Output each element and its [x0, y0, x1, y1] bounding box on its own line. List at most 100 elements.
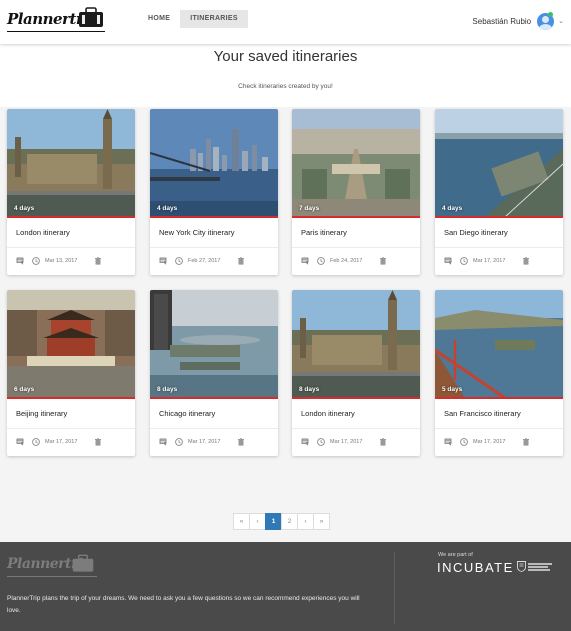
trash-icon[interactable] [378, 256, 388, 266]
suitcase-icon [79, 7, 103, 27]
first-page-button[interactable]: « [233, 513, 250, 530]
itinerary-title[interactable]: San Francisco itinerary [444, 409, 521, 418]
itinerary-card[interactable]: 4 days New York City itinerary Feb 27, 2… [150, 109, 278, 275]
card-divider [435, 428, 563, 429]
created-date: Mar 17, 2017 [188, 439, 221, 445]
card-divider [292, 247, 420, 248]
nav-itineraries[interactable]: ITINERARIES [180, 10, 248, 28]
itinerary-card[interactable]: 7 days Paris itinerary Feb 24, 2017 [292, 109, 420, 275]
incubate-logo[interactable]: INCUBATE [437, 560, 514, 575]
days-badge: 8 days [157, 386, 178, 393]
trash-icon[interactable] [521, 256, 531, 266]
accent-bar [150, 397, 278, 399]
itinerary-card[interactable]: 5 days San Francisco itinerary Mar 17, 2… [435, 290, 563, 456]
comment-icon[interactable] [15, 437, 25, 447]
top-navbar: Plannertrip HOME ITINERARIES Sebastián R… [0, 0, 571, 44]
plannertrip-logo[interactable]: Plannertrip [7, 4, 107, 36]
itinerary-title[interactable]: Chicago itinerary [159, 409, 215, 418]
clock-icon [316, 437, 326, 447]
itinerary-title[interactable]: New York City itinerary [159, 228, 234, 237]
itinerary-card[interactable]: 6 days Beijing itinerary Mar 17, 2017 [7, 290, 135, 456]
created-date: Mar 13, 2017 [45, 258, 78, 264]
itinerary-photo[interactable] [435, 109, 563, 217]
itinerary-title[interactable]: London itinerary [16, 228, 70, 237]
nav-home[interactable]: HOME [138, 10, 180, 28]
main-nav: HOME ITINERARIES [138, 10, 248, 28]
clock-icon [174, 437, 184, 447]
clock-icon [31, 437, 41, 447]
pagination: « ‹ 1 2 › » [233, 513, 330, 530]
itinerary-card[interactable]: 4 days San Diego itinerary Mar 17, 2017 [435, 109, 563, 275]
avatar-head [542, 15, 550, 23]
footer-divider [394, 552, 395, 624]
page-1-button[interactable]: 1 [265, 513, 282, 530]
next-page-button[interactable]: › [297, 513, 314, 530]
comment-icon[interactable] [158, 437, 168, 447]
card-actions: Feb 27, 2017 [158, 255, 272, 267]
clock-icon [459, 256, 469, 266]
days-badge: 6 days [14, 386, 35, 393]
card-divider [7, 428, 135, 429]
comment-icon[interactable] [443, 437, 453, 447]
itinerary-card[interactable]: 8 days Chicago itinerary Mar 17, 2017 [150, 290, 278, 456]
clock-icon [174, 256, 184, 266]
itinerary-card[interactable]: 8 days London itinerary Mar 17, 2017 [292, 290, 420, 456]
chevron-down-icon[interactable]: ⌄ [558, 17, 564, 25]
itinerary-photo[interactable] [435, 290, 563, 398]
trash-icon[interactable] [378, 437, 388, 447]
card-actions: Mar 17, 2017 [443, 255, 557, 267]
created-date: Mar 17, 2017 [45, 439, 78, 445]
trash-icon[interactable] [93, 437, 103, 447]
comment-icon[interactable] [158, 256, 168, 266]
card-divider [150, 247, 278, 248]
itinerary-photo[interactable] [150, 109, 278, 217]
created-date: Mar 17, 2017 [330, 439, 363, 445]
accent-bar [292, 216, 420, 218]
university-crest-icon [517, 561, 526, 572]
trash-icon[interactable] [236, 256, 246, 266]
card-actions: Mar 13, 2017 [15, 255, 129, 267]
itinerary-photo[interactable] [292, 290, 420, 398]
created-date: Feb 27, 2017 [188, 258, 221, 264]
university-wordmark [528, 562, 554, 571]
accent-bar [435, 216, 563, 218]
accent-bar [7, 397, 135, 399]
footer: Plannertrip PlannerTrip plans the trip o… [0, 542, 571, 631]
itinerary-card[interactable]: 4 days London itinerary Mar 13, 2017 [7, 109, 135, 275]
trash-icon[interactable] [521, 437, 531, 447]
days-badge: 7 days [299, 205, 320, 212]
itinerary-photo[interactable] [7, 109, 135, 217]
clock-icon [316, 256, 326, 266]
comment-icon[interactable] [300, 256, 310, 266]
comment-icon[interactable] [300, 437, 310, 447]
itinerary-title[interactable]: San Diego itinerary [444, 228, 508, 237]
user-name: Sebastián Rubio [472, 16, 532, 26]
itinerary-title[interactable]: London itinerary [301, 409, 355, 418]
itinerary-photo[interactable] [150, 290, 278, 398]
created-date: Mar 17, 2017 [473, 258, 506, 264]
page-subtitle: Check itineraries created by you! [238, 83, 333, 90]
days-badge: 8 days [299, 386, 320, 393]
itinerary-photo[interactable] [7, 290, 135, 398]
trash-icon[interactable] [236, 437, 246, 447]
card-divider [292, 428, 420, 429]
comment-icon[interactable] [15, 256, 25, 266]
last-page-button[interactable]: » [313, 513, 330, 530]
card-divider [150, 428, 278, 429]
days-badge: 5 days [442, 386, 463, 393]
footer-logo[interactable]: Plannertrip [7, 553, 107, 583]
accent-bar [7, 216, 135, 218]
page-title: Your saved itineraries [213, 48, 358, 65]
prev-page-button[interactable]: ‹ [249, 513, 266, 530]
suitcase-icon [72, 554, 94, 572]
comment-icon[interactable] [443, 256, 453, 266]
itinerary-photo[interactable] [292, 109, 420, 217]
itinerary-title[interactable]: Beijing itinerary [16, 409, 67, 418]
itinerary-title[interactable]: Paris itinerary [301, 228, 347, 237]
avatar-body [539, 23, 553, 30]
logo-underline [7, 31, 105, 32]
days-badge: 4 days [157, 205, 178, 212]
accent-bar [292, 397, 420, 399]
page-2-button[interactable]: 2 [281, 513, 298, 530]
trash-icon[interactable] [93, 256, 103, 266]
